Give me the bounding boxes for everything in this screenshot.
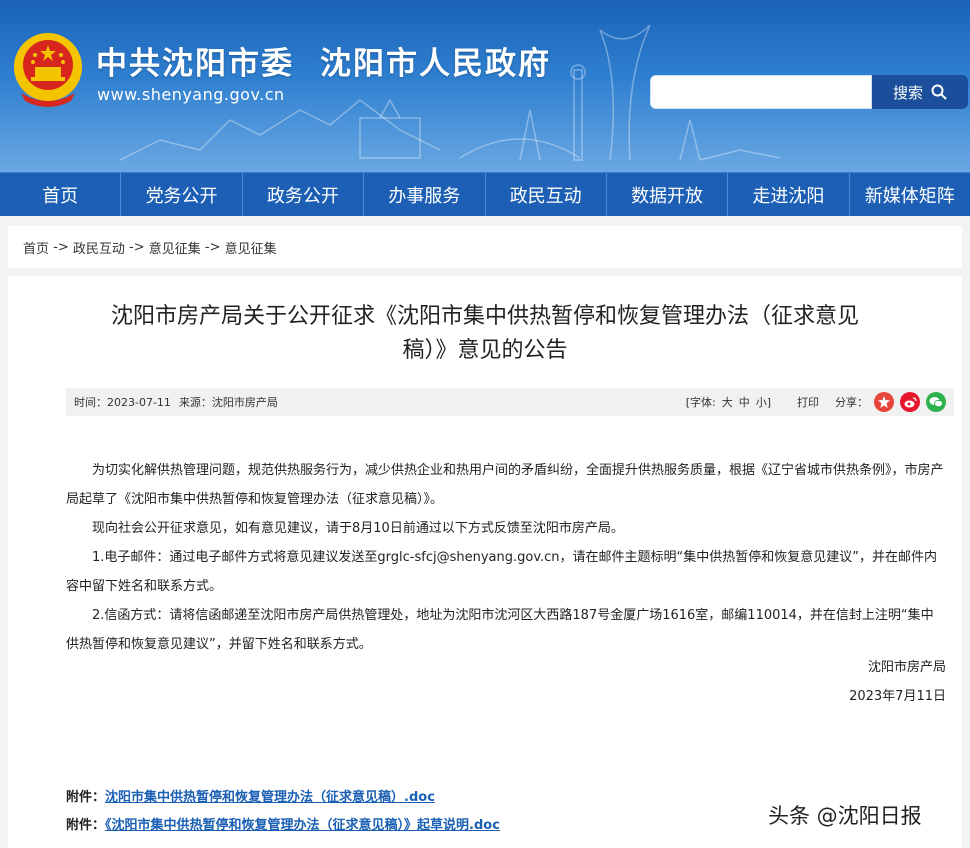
- font-medium-button[interactable]: 中: [739, 394, 750, 410]
- attachment-row: 附件：《沈阳市集中供热暂停和恢复管理办法（征求意见稿）》起草说明.doc: [66, 814, 500, 833]
- attachment-link[interactable]: 沈阳市集中供热暂停和恢复管理办法（征求意见稿）.doc: [105, 790, 435, 805]
- article-paragraph: 1.电子邮件：通过电子邮件方式将意见建议发送至grglc-sfcj@shenya…: [66, 550, 937, 594]
- article-meta-bar: 时间：2023-07-11 来源：沈阳市房产局 [字体: 大 中 小] 打印 分…: [66, 388, 954, 416]
- national-emblem-icon: [14, 33, 82, 107]
- search-button-label: 搜索: [892, 83, 923, 102]
- breadcrumb-separator: ->: [200, 239, 225, 255]
- nav-new-media[interactable]: 新媒体矩阵: [848, 173, 970, 216]
- print-button[interactable]: 打印: [797, 394, 819, 410]
- nav-home[interactable]: 首页: [0, 173, 120, 216]
- share-wechat-icon[interactable]: [926, 392, 946, 412]
- article-paragraph: 2.信函方式：请将信函邮递至沈阳市房产局供热管理处，地址为沈阳市沈河区大西路18…: [66, 608, 934, 652]
- attachment-link[interactable]: 《沈阳市集中供热暂停和恢复管理办法（征求意见稿）》起草说明.doc: [105, 818, 500, 833]
- breadcrumb-separator: ->: [49, 239, 73, 255]
- watermark: 头条 @沈阳日报: [768, 804, 922, 828]
- article-date: 2023年7月11日: [849, 689, 946, 704]
- article-signature: 沈阳市房产局: [867, 660, 946, 675]
- nav-party-affairs[interactable]: 党务公开: [120, 173, 241, 216]
- breadcrumb-home[interactable]: 首页: [23, 238, 49, 257]
- main-nav: 首页 党务公开 政务公开 办事服务 政民互动 数据开放 走进沈阳 新媒体矩阵: [0, 172, 970, 216]
- attachment-label: 附件：: [66, 790, 106, 805]
- breadcrumb-separator: ->: [124, 239, 149, 255]
- article-panel: 沈阳市房产局关于公开征求《沈阳市集中供热暂停和恢复管理办法（征求意见 稿）》意见…: [8, 276, 962, 848]
- share-qzone-icon[interactable]: [874, 392, 894, 412]
- nav-interaction[interactable]: 政民互动: [484, 173, 606, 216]
- nav-open-data[interactable]: 数据开放: [605, 173, 727, 216]
- article-title-line1: 沈阳市房产局关于公开征求《沈阳市集中供热暂停和恢复管理办法（征求意见: [110, 304, 859, 329]
- site-url: www.shenyang.gov.cn: [97, 85, 285, 104]
- breadcrumb-solicitation[interactable]: 意见征集: [149, 238, 201, 257]
- site-header: 中共沈阳市委 沈阳市人民政府 www.shenyang.gov.cn 搜索: [0, 0, 970, 172]
- article-title-line2: 稿）》意见的公告: [402, 338, 568, 363]
- font-large-button[interactable]: 大: [722, 394, 733, 410]
- attachment-row: 附件：沈阳市集中供热暂停和恢复管理办法（征求意见稿）.doc: [66, 786, 435, 805]
- share-weibo-icon[interactable]: [900, 392, 920, 412]
- title-party: 中共沈阳市委: [96, 46, 294, 82]
- nav-about-shenyang[interactable]: 走进沈阳: [727, 173, 848, 216]
- search-input[interactable]: [650, 75, 872, 109]
- article-paragraph: 为切实化解供热管理问题，规范供热服务行为，减少供热企业和热用户间的矛盾纠纷，全面…: [66, 463, 944, 507]
- article-title: 沈阳市房产局关于公开征求《沈阳市集中供热暂停和恢复管理办法（征求意见 稿）》意见…: [68, 300, 902, 368]
- publish-time: 时间：2023-07-11: [74, 396, 171, 409]
- publish-source: 来源：沈阳市房产局: [178, 396, 278, 409]
- share-label: 分享：: [835, 396, 868, 409]
- nav-services[interactable]: 办事服务: [363, 173, 484, 216]
- article-body: 为切实化解供热管理问题，规范供热服务行为，减少供热企业和热用户间的矛盾纠纷，全面…: [66, 456, 946, 659]
- font-size-label: [字体:: [685, 396, 716, 409]
- site-title: 中共沈阳市委 沈阳市人民政府: [96, 38, 551, 83]
- article-paragraph: 现向社会公开征求意见，如有意见建议，请于8月10日前通过以下方式反馈至沈阳市房产…: [92, 521, 624, 536]
- search-icon: [931, 84, 947, 100]
- search-button[interactable]: 搜索: [872, 75, 968, 109]
- attachment-label: 附件：: [66, 818, 106, 833]
- breadcrumb-current[interactable]: 意见征集: [225, 238, 277, 257]
- breadcrumb-interaction[interactable]: 政民互动: [73, 238, 125, 257]
- nav-government-affairs[interactable]: 政务公开: [241, 173, 363, 216]
- title-government: 沈阳市人民政府: [320, 46, 551, 82]
- breadcrumb: 首页 -> 政民互动 -> 意见征集 -> 意见征集: [8, 226, 962, 268]
- font-small-button[interactable]: 小]: [756, 394, 771, 410]
